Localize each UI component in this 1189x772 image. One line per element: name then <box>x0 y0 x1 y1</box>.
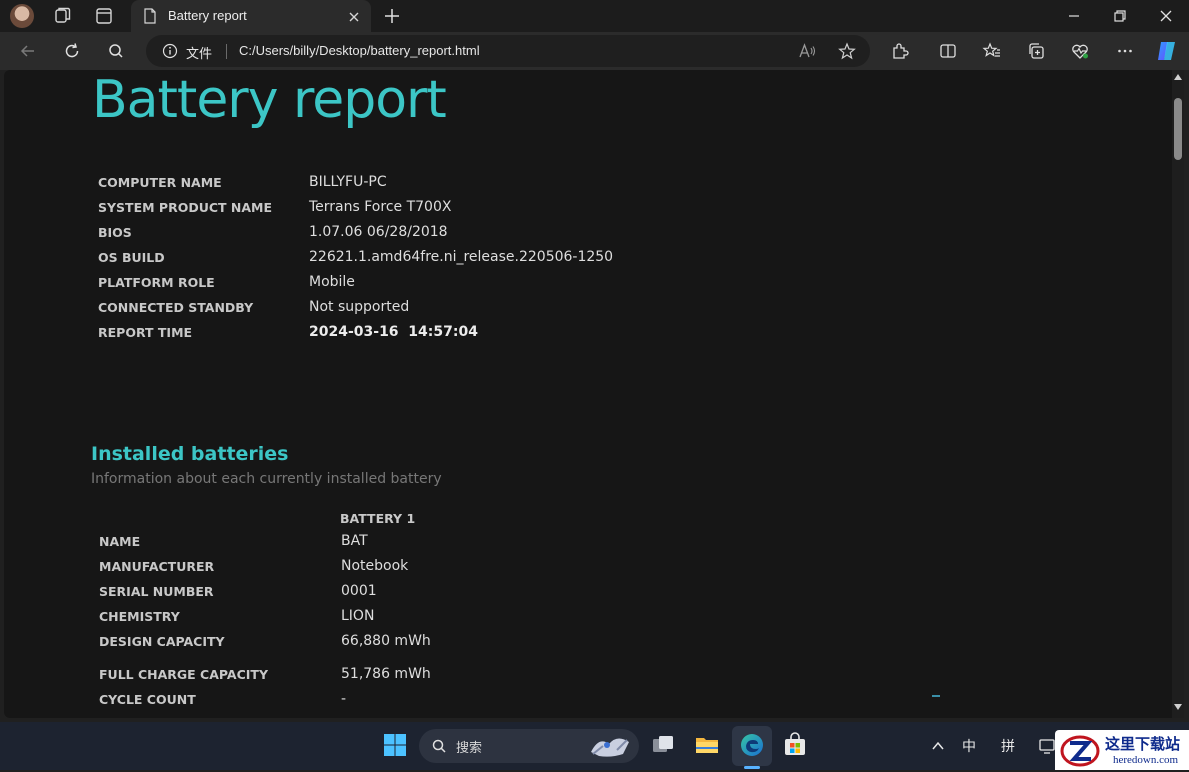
tray-chevron-up-icon[interactable] <box>930 738 946 754</box>
edge-browser-icon[interactable] <box>739 732 765 758</box>
battery-value: Notebook <box>341 558 409 574</box>
browser-essentials-icon[interactable] <box>1070 41 1090 61</box>
scroll-down-arrow-icon[interactable] <box>1174 704 1182 710</box>
address-url[interactable]: C:/Users/billy/Desktop/battery_report.ht… <box>239 43 480 58</box>
split-screen-icon[interactable] <box>938 41 958 61</box>
collections-icon[interactable] <box>1026 41 1046 61</box>
vertical-scrollbar[interactable] <box>1172 70 1184 718</box>
battery-value: 66,880 mWh <box>341 633 431 649</box>
section-heading: Installed batteries <box>91 443 289 465</box>
system-key: COMPUTER NAME <box>98 175 222 190</box>
search-icon[interactable] <box>106 41 126 61</box>
system-key: OS BUILD <box>98 250 165 265</box>
watermark-en-text: heredown.com <box>1113 754 1179 766</box>
close-window-icon[interactable] <box>1156 6 1176 26</box>
battery-value: - <box>341 691 347 707</box>
address-bar[interactable]: 文件 C:/Users/billy/Desktop/battery_report… <box>146 35 870 67</box>
read-aloud-icon[interactable] <box>798 42 816 60</box>
address-separator <box>226 44 227 59</box>
battery-value: LION <box>341 608 375 624</box>
search-placeholder: 搜索 <box>456 741 483 756</box>
back-icon[interactable] <box>18 41 38 61</box>
task-view-icon[interactable] <box>650 732 676 758</box>
watermark-cn-text: 这里下载站 <box>1105 735 1181 753</box>
info-icon[interactable] <box>162 43 178 59</box>
battery-key: SERIAL NUMBER <box>99 584 214 599</box>
ime-language-indicator[interactable]: 中 <box>962 736 976 756</box>
close-tab-icon[interactable] <box>347 9 361 23</box>
minimize-icon[interactable] <box>1064 6 1084 26</box>
address-scheme-label: 文件 <box>186 46 213 61</box>
site-watermark: 这里下载站 heredown.com <box>1055 730 1189 770</box>
ime-mode-indicator[interactable]: 拼 <box>1001 736 1015 756</box>
battery-key: CYCLE COUNT <box>99 692 196 707</box>
system-key: REPORT TIME <box>98 325 193 340</box>
taskbar-search-box[interactable]: 搜索 <box>419 729 639 763</box>
system-key: BIOS <box>98 225 132 240</box>
favorite-star-icon[interactable] <box>838 42 856 60</box>
search-icon <box>431 738 447 754</box>
system-value: 2024-03-16 14:57:04 <box>309 324 478 340</box>
new-tab-icon[interactable] <box>382 6 402 26</box>
system-value: 22621.1.amd64fre.ni_release.220506-1250 <box>309 249 614 265</box>
battery-key: NAME <box>99 534 141 549</box>
navigation-bar: 文件 C:/Users/billy/Desktop/battery_report… <box>0 32 1189 70</box>
more-options-icon[interactable] <box>1115 41 1135 61</box>
windows-start-icon[interactable] <box>382 732 408 758</box>
system-value: Mobile <box>309 274 355 290</box>
battery-key: MANUFACTURER <box>99 559 215 574</box>
section-subheading: Information about each currently install… <box>91 471 442 487</box>
report-title: Battery report <box>92 70 447 130</box>
system-value: Not supported <box>309 299 410 315</box>
search-highlight-illustration-icon <box>587 732 633 760</box>
document-icon <box>143 8 157 24</box>
taskbar: 搜索 中 拼 <box>0 722 1189 770</box>
tab-title: Battery report <box>168 8 247 23</box>
favorites-icon[interactable] <box>982 41 1002 61</box>
page-content[interactable]: Battery report COMPUTER NAME BILLYFU-PC … <box>4 70 1172 718</box>
system-value: Terrans Force T700X <box>309 199 452 215</box>
microsoft-store-icon[interactable] <box>782 732 808 758</box>
system-key: CONNECTED STANDBY <box>98 300 254 315</box>
restore-icon[interactable] <box>1110 6 1130 26</box>
refresh-icon[interactable] <box>62 41 82 61</box>
battery-key: FULL CHARGE CAPACITY <box>99 667 268 682</box>
system-key: PLATFORM ROLE <box>98 275 215 290</box>
watermark-logo-icon <box>1060 734 1100 768</box>
extensions-icon[interactable] <box>890 41 910 61</box>
system-value: 1.07.06 06/28/2018 <box>309 224 448 240</box>
active-app-indicator <box>744 766 760 769</box>
scroll-up-arrow-icon[interactable] <box>1174 74 1182 80</box>
tab-actions-icon[interactable] <box>94 6 114 26</box>
battery-key: CHEMISTRY <box>99 609 180 624</box>
divider-mark <box>932 695 940 697</box>
file-explorer-icon[interactable] <box>694 732 720 758</box>
workspaces-icon[interactable] <box>52 6 72 26</box>
battery-value: BAT <box>341 533 368 549</box>
scroll-thumb[interactable] <box>1174 98 1182 160</box>
system-value: BILLYFU-PC <box>309 174 387 190</box>
title-bar: Battery report <box>0 0 1189 32</box>
copilot-icon[interactable] <box>1155 39 1179 63</box>
battery-value: 0001 <box>341 583 377 599</box>
tab-battery-report[interactable]: Battery report <box>131 0 371 32</box>
display-icon[interactable] <box>1038 737 1056 755</box>
battery-column-header: BATTERY 1 <box>340 511 416 526</box>
system-key: SYSTEM PRODUCT NAME <box>98 200 273 215</box>
battery-value: 51,786 mWh <box>341 666 431 682</box>
profile-avatar[interactable] <box>10 4 34 28</box>
battery-key: DESIGN CAPACITY <box>99 634 225 649</box>
